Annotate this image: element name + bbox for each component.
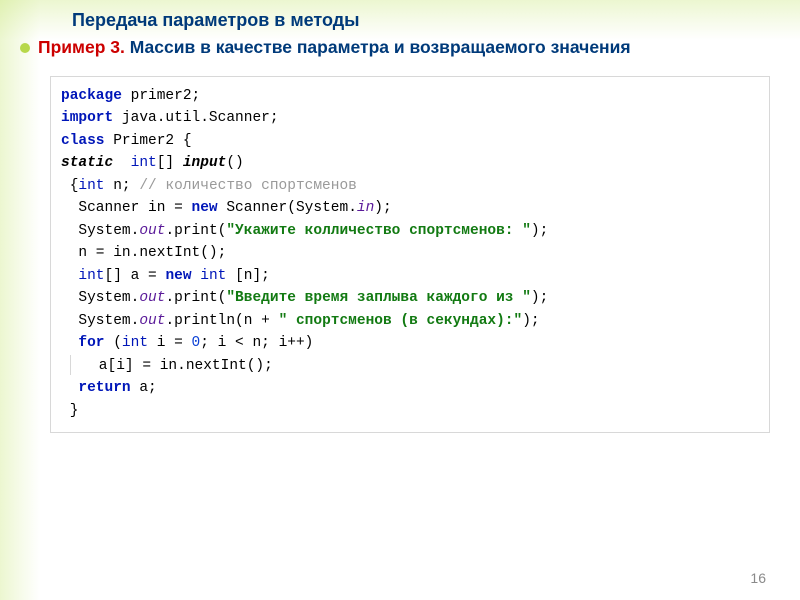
subtitle-red: Пример 3.: [38, 37, 125, 57]
code-block: package primer2; import java.util.Scanne…: [50, 76, 770, 433]
code-line-3: class Primer2 {: [61, 130, 759, 152]
bullet-icon: [20, 43, 30, 53]
code-line-4: static int[] input(): [61, 152, 759, 174]
code-line-15: }: [61, 400, 759, 422]
slide: Передача параметров в методы Пример 3. М…: [0, 0, 800, 600]
subtitle: Пример 3. Массив в качестве параметра и …: [38, 37, 631, 58]
code-line-11: System.out.println(n + " спортсменов (в …: [61, 310, 759, 332]
code-line-6: Scanner in = new Scanner(System.in);: [61, 197, 759, 219]
code-line-12: for (int i = 0; i < n; i++): [61, 332, 759, 354]
code-line-7: System.out.print("Укажите колличество сп…: [61, 220, 759, 242]
code-line-2: import java.util.Scanner;: [61, 107, 759, 129]
code-line-14: return a;: [61, 377, 759, 399]
code-line-9: int[] a = new int [n];: [61, 265, 759, 287]
code-line-8: n = in.nextInt();: [61, 242, 759, 264]
code-line-13: a[i] = in.nextInt();: [61, 355, 759, 377]
subtitle-row: Пример 3. Массив в качестве параметра и …: [0, 37, 800, 58]
page-number: 16: [750, 570, 766, 586]
code-line-1: package primer2;: [61, 85, 759, 107]
code-line-5: {int n; // количество спортсменов: [61, 175, 759, 197]
subtitle-blue: Массив в качестве параметра и возвращаем…: [125, 37, 631, 57]
slide-title: Передача параметров в методы: [0, 0, 800, 35]
code-line-10: System.out.print("Введите время заплыва …: [61, 287, 759, 309]
